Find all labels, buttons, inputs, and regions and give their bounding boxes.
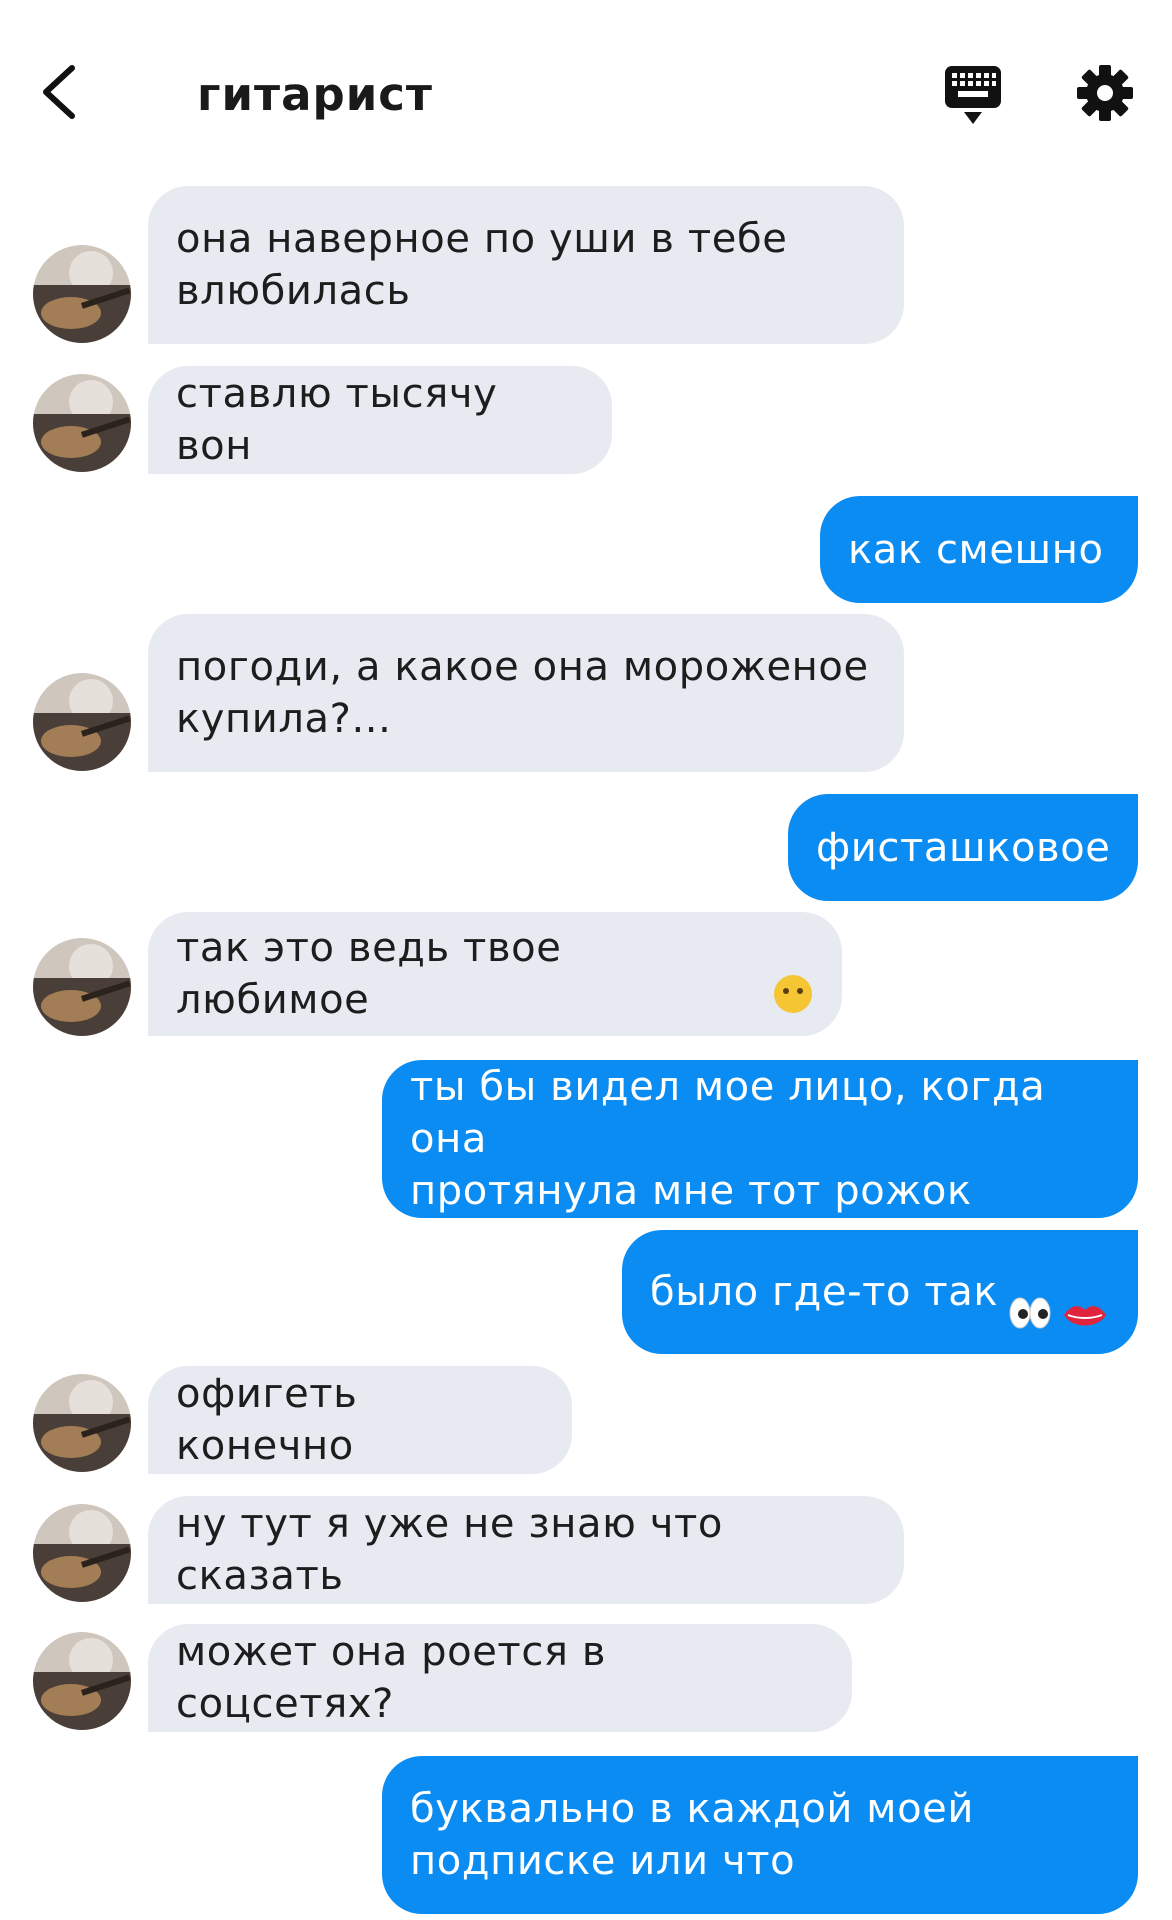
chevron-left-icon (43, 65, 75, 119)
message-text: было где-то так (650, 1269, 999, 1315)
avatar[interactable] (33, 938, 131, 1036)
message-incoming[interactable]: может она роется в соцсетях? (148, 1624, 852, 1732)
chat-header: гитарист (0, 0, 1172, 170)
message-outgoing[interactable]: фисташковое (788, 794, 1138, 901)
message-incoming[interactable]: ставлю тысячу вон (148, 366, 612, 474)
lips-emoji-icon (1062, 1240, 1108, 1344)
message-incoming[interactable]: так это ведь твое любимое (148, 912, 842, 1036)
message-incoming[interactable]: ну тут я уже не знаю что сказать (148, 1496, 904, 1604)
gear-icon (1077, 65, 1133, 121)
message-outgoing[interactable]: было где-то так (622, 1230, 1138, 1354)
message-outgoing[interactable]: ты бы видел мое лицо, когда она протянул… (382, 1060, 1138, 1218)
message-incoming[interactable]: погоди, а какое она мороженое купила?... (148, 614, 904, 772)
message-text: так это ведь твое любимое (176, 925, 562, 1023)
avatar[interactable] (33, 1504, 131, 1602)
settings-button[interactable] (1076, 64, 1134, 122)
back-button[interactable] (36, 62, 86, 122)
message-incoming[interactable]: офигеть конечно (148, 1366, 572, 1474)
eyes-emoji-icon (1008, 1240, 1052, 1344)
neutral-face-emoji-icon (772, 921, 814, 1028)
avatar[interactable] (33, 673, 131, 771)
message-incoming[interactable]: она наверное по уши в тебе влюбилась (148, 186, 904, 344)
message-outgoing[interactable]: буквально в каждой моей подписке или что (382, 1756, 1138, 1914)
avatar[interactable] (33, 1374, 131, 1472)
keyboard-icon (945, 66, 1001, 124)
avatar[interactable] (33, 245, 131, 343)
chat-title: гитарист (197, 68, 433, 121)
avatar[interactable] (33, 374, 131, 472)
keyboard-button[interactable] (944, 64, 1002, 128)
message-outgoing[interactable]: как смешно (820, 496, 1138, 603)
avatar[interactable] (33, 1632, 131, 1730)
